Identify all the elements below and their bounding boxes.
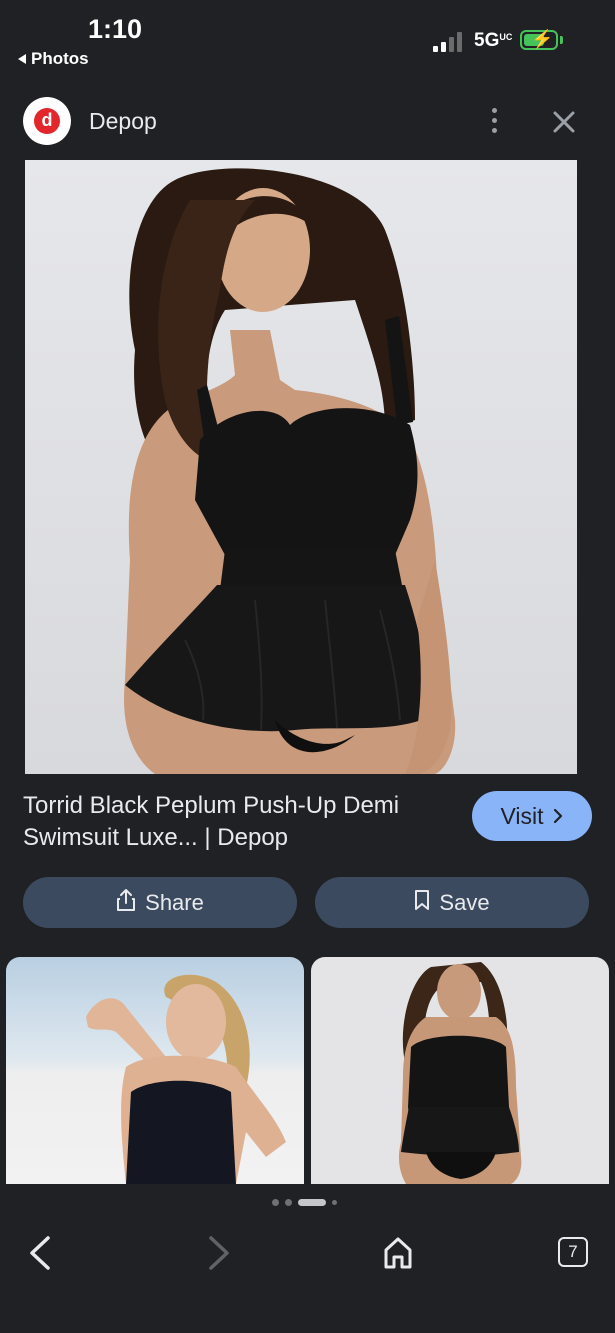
bookmark-icon bbox=[414, 889, 430, 917]
status-bar: 1:10 Photos 5GUC ⚡ bbox=[0, 0, 615, 80]
main-product-image[interactable] bbox=[25, 160, 577, 774]
signal-strength-icon bbox=[433, 32, 462, 52]
related-image-2[interactable] bbox=[311, 957, 609, 1184]
share-icon bbox=[116, 888, 136, 918]
tabs-counter-button[interactable]: 7 bbox=[558, 1237, 588, 1267]
more-options-icon[interactable] bbox=[483, 108, 505, 136]
depop-logo: d bbox=[23, 97, 71, 145]
browser-toolbar: 7 bbox=[0, 1215, 615, 1333]
viewer-header: d Depop bbox=[0, 82, 615, 160]
network-suffix: UC bbox=[499, 32, 513, 42]
home-icon[interactable] bbox=[382, 1235, 414, 1276]
back-arrow-icon[interactable] bbox=[26, 1235, 56, 1276]
logo-letter: d bbox=[34, 108, 60, 134]
result-title[interactable]: Torrid Black Peplum Push-Up Demi Swimsui… bbox=[23, 790, 453, 854]
carousel-pagination bbox=[272, 1199, 337, 1206]
visit-button[interactable]: Visit bbox=[472, 791, 592, 841]
network-label: 5G bbox=[474, 30, 500, 51]
network-indicator: 5GUC bbox=[474, 30, 513, 52]
save-label: Save bbox=[439, 889, 490, 915]
share-label: Share bbox=[145, 889, 204, 915]
save-button[interactable]: Save bbox=[315, 877, 589, 928]
site-name[interactable]: Depop bbox=[89, 108, 157, 135]
forward-arrow-icon[interactable] bbox=[203, 1235, 233, 1276]
close-icon[interactable] bbox=[549, 107, 579, 137]
back-app-label: Photos bbox=[31, 49, 89, 68]
tab-count: 7 bbox=[568, 1242, 578, 1261]
share-button[interactable]: Share bbox=[23, 877, 297, 928]
battery-charging-icon: ⚡ bbox=[520, 29, 558, 50]
back-triangle-icon bbox=[18, 54, 26, 64]
chevron-right-icon bbox=[552, 803, 564, 830]
visit-label: Visit bbox=[500, 802, 544, 829]
related-image-1[interactable] bbox=[6, 957, 304, 1184]
clock: 1:10 bbox=[88, 14, 143, 44]
back-to-photos-link[interactable]: Photos bbox=[18, 49, 89, 69]
